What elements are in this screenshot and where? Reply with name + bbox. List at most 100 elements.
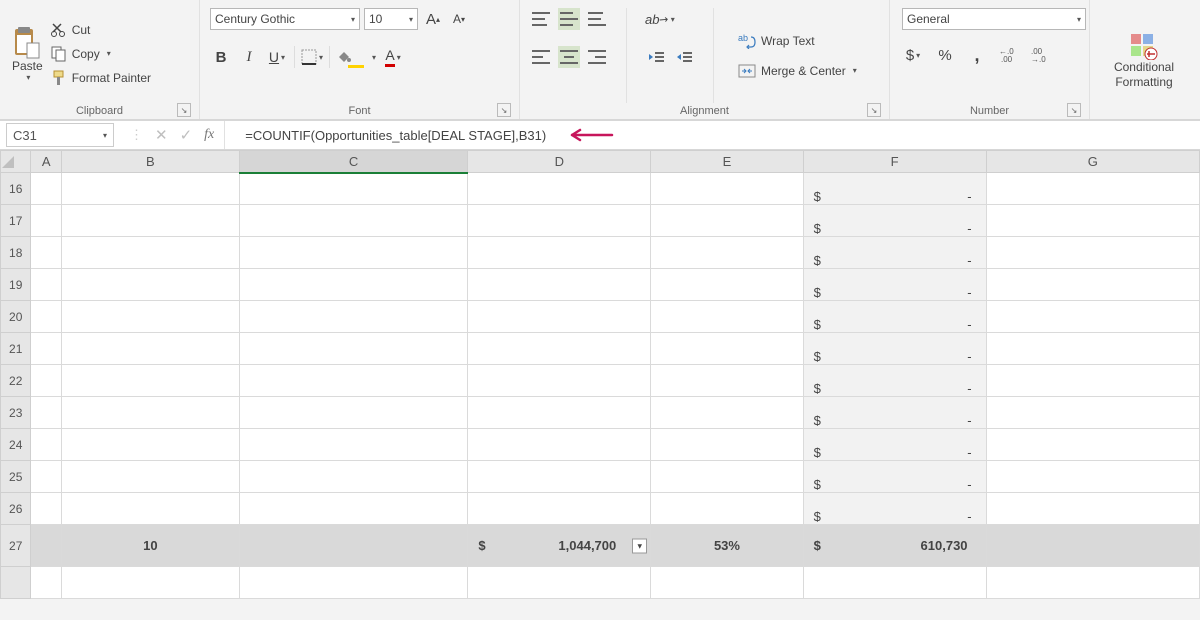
- col-head-E[interactable]: E: [651, 151, 803, 173]
- table-row: 21$-: [1, 333, 1200, 365]
- name-box[interactable]: C31 ▾: [6, 123, 114, 147]
- wrap-text-button[interactable]: ab Wrap Text: [738, 33, 857, 49]
- increase-indent-button[interactable]: [673, 46, 695, 68]
- cut-button[interactable]: Cut: [51, 22, 151, 38]
- table-row: 17$-: [1, 205, 1200, 237]
- merge-center-button[interactable]: Merge & Center ▾: [738, 63, 857, 79]
- format-painter-button[interactable]: Format Painter: [51, 70, 151, 86]
- chevron-down-icon: ▾: [105, 49, 111, 58]
- wrap-text-icon: ab: [738, 33, 756, 49]
- decrease-decimal-icon: .00→.0: [1031, 46, 1051, 64]
- clipboard-icon: [13, 25, 41, 59]
- dialog-launcher-icon[interactable]: ↘: [177, 103, 191, 117]
- align-center-button[interactable]: [558, 46, 580, 68]
- chevron-down-icon: ▾: [395, 53, 401, 62]
- copy-button[interactable]: Copy ▾: [51, 46, 151, 62]
- group-font: Century Gothic ▾ 10 ▾ A▴ A▾ B I U▾: [200, 0, 520, 119]
- fx-icon[interactable]: fx: [204, 127, 214, 143]
- font-name-combo[interactable]: Century Gothic ▾: [210, 8, 360, 30]
- column-headers: A B C D E F G: [1, 151, 1200, 173]
- number-format-combo[interactable]: General ▾: [902, 8, 1086, 30]
- annotation-arrow-icon: [564, 126, 614, 144]
- borders-button[interactable]: ▾: [301, 46, 323, 68]
- paste-label: Paste: [12, 59, 43, 73]
- chevron-down-icon: ▾: [101, 131, 107, 140]
- svg-text:ab: ab: [738, 33, 748, 43]
- align-middle-button[interactable]: [558, 8, 580, 30]
- formula-input[interactable]: =COUNTIF(Opportunities_table[DEAL STAGE]…: [225, 128, 546, 143]
- total-e[interactable]: 53%: [651, 525, 803, 567]
- chevron-down-icon: ▾: [370, 53, 376, 62]
- paintbrush-icon: [51, 70, 67, 86]
- orientation-button[interactable]: ab↗▾: [645, 8, 675, 30]
- formula-bar: C31 ▾ ⋮ ✕ ✓ fx =COUNTIF(Opportunities_ta…: [0, 120, 1200, 150]
- increase-decimal-button[interactable]: ←.0.00: [998, 44, 1020, 66]
- worksheet-grid[interactable]: A B C D E F G 16$- 17$- 18$- 19$- 20$- 2…: [0, 150, 1200, 599]
- col-head-A[interactable]: A: [31, 151, 61, 173]
- decrease-indent-button[interactable]: [645, 46, 667, 68]
- col-head-D[interactable]: D: [468, 151, 651, 173]
- total-d[interactable]: $1,044,700▾: [468, 525, 651, 567]
- svg-text:.00: .00: [1001, 55, 1013, 64]
- conditional-formatting-icon: [1129, 32, 1159, 60]
- table-row: 18$-: [1, 237, 1200, 269]
- conditional-formatting-button[interactable]: Conditional Formatting: [1108, 4, 1180, 117]
- underline-button[interactable]: U▾: [266, 46, 288, 68]
- merge-icon: [738, 63, 756, 79]
- col-head-G[interactable]: G: [986, 151, 1199, 173]
- bucket-icon: [336, 50, 352, 64]
- select-all-corner[interactable]: [1, 151, 31, 173]
- comma-format-button[interactable]: ,: [966, 44, 988, 66]
- totals-row: 27 10 $1,044,700▾ 53% $610,730: [1, 525, 1200, 567]
- fill-color-button[interactable]: ▾: [336, 46, 376, 68]
- align-top-button[interactable]: [530, 8, 552, 30]
- align-left-button[interactable]: [530, 46, 552, 68]
- group-alignment: ab↗▾ ab Wrap Text Merge & Center ▾: [520, 0, 890, 119]
- border-icon: [301, 49, 317, 65]
- increase-font-button[interactable]: A▴: [422, 8, 444, 30]
- table-row: 19$-: [1, 269, 1200, 301]
- col-head-C[interactable]: C: [239, 151, 468, 173]
- copy-icon: [51, 46, 67, 62]
- col-head-F[interactable]: F: [803, 151, 986, 173]
- italic-button[interactable]: I: [238, 46, 260, 68]
- enter-icon[interactable]: ✓: [180, 126, 193, 144]
- align-right-button[interactable]: [586, 46, 608, 68]
- filter-dropdown-icon[interactable]: ▾: [632, 538, 647, 553]
- dialog-launcher-icon[interactable]: ↘: [497, 103, 511, 117]
- chevron-down-icon: ▾: [1075, 15, 1081, 24]
- font-size-combo[interactable]: 10 ▾: [364, 8, 418, 30]
- table-row: [1, 567, 1200, 599]
- total-b[interactable]: 10: [61, 525, 239, 567]
- chevron-down-icon: ▾: [851, 66, 857, 75]
- scissors-icon: [51, 22, 67, 38]
- increase-decimal-icon: ←.0.00: [999, 46, 1019, 64]
- align-bottom-button[interactable]: [586, 8, 608, 30]
- font-color-button[interactable]: A ▾: [382, 46, 404, 68]
- dialog-launcher-icon[interactable]: ↘: [1067, 103, 1081, 117]
- dialog-launcher-icon[interactable]: ↘: [867, 103, 881, 117]
- table-row: 22$-: [1, 365, 1200, 397]
- chevron-down-icon: ▾: [349, 15, 355, 24]
- bold-button[interactable]: B: [210, 46, 232, 68]
- col-head-B[interactable]: B: [61, 151, 239, 173]
- group-styles: Conditional Formatting: [1090, 0, 1198, 119]
- ribbon: Paste ▾ Cut Copy ▾ Format Painter: [0, 0, 1200, 120]
- group-clipboard: Paste ▾ Cut Copy ▾ Format Painter: [0, 0, 200, 119]
- cancel-icon[interactable]: ✕: [155, 126, 168, 144]
- total-f[interactable]: $610,730: [803, 525, 986, 567]
- decrease-decimal-button[interactable]: .00→.0: [1030, 44, 1052, 66]
- percent-format-button[interactable]: %: [934, 44, 956, 66]
- group-label-font: Font ↘: [206, 103, 513, 117]
- accounting-format-button[interactable]: $▾: [902, 44, 924, 66]
- table-row: 16$-: [1, 173, 1200, 205]
- table-row: 24$-: [1, 429, 1200, 461]
- chevron-down-icon: ▾: [407, 15, 413, 24]
- group-label-alignment: Alignment ↘: [526, 103, 883, 117]
- chevron-down-icon: ▾: [24, 73, 30, 83]
- decrease-font-button[interactable]: A▾: [448, 8, 470, 30]
- group-label-clipboard: Clipboard ↘: [6, 103, 193, 117]
- paste-button[interactable]: Paste ▾: [6, 4, 49, 103]
- svg-text:→.0: →.0: [1031, 55, 1046, 64]
- group-number: General ▾ $▾ % , ←.0.00 .00→.0 Number ↘: [890, 0, 1090, 119]
